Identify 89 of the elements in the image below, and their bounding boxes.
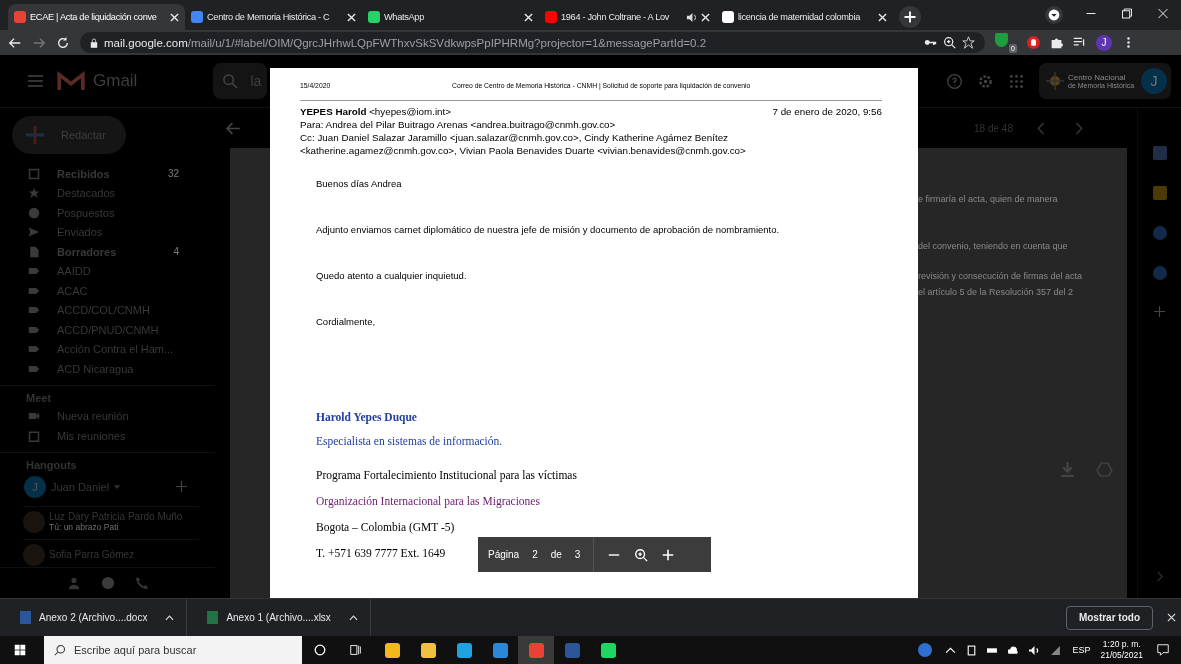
playlist-icon[interactable]	[1073, 36, 1086, 49]
email-text: revisión y consecución de firmas del acta	[918, 271, 1083, 281]
windows-icon[interactable]	[14, 644, 26, 656]
site-icon	[14, 11, 26, 23]
zoom-in-icon[interactable]	[661, 547, 676, 562]
reload-icon[interactable]	[56, 35, 70, 50]
body-paragraph: Cordialmente,	[316, 316, 377, 328]
page-label: Página	[488, 549, 520, 560]
org-name: Centro Nacional	[1068, 73, 1127, 82]
email-text: el artículo 5 de la Resolución 357 del 2	[918, 287, 1074, 297]
cc-line: <katherine.agamez@cnmh.gov.co>, Vivian Paola Benavides Duarte <vivian.benavides@cnmh.gov.co>	[300, 144, 747, 157]
close-icon[interactable]	[701, 12, 710, 22]
folder-item[interactable]: Recibidos 32	[0, 164, 215, 184]
zoom-icon[interactable]	[943, 36, 956, 49]
close-icon[interactable]	[524, 12, 533, 22]
close-icon[interactable]	[1167, 613, 1176, 622]
star-icon[interactable]	[962, 36, 975, 49]
body-paragraph: Quedo atento a cualquier inquietud.	[316, 270, 468, 282]
browser-tab[interactable]: 1964 - John Coltrane - A Lov	[539, 4, 716, 30]
signature-line: Harold Yepes Duque	[316, 410, 417, 424]
search-icon	[223, 73, 239, 89]
org-logo-icon	[1045, 71, 1065, 91]
close-icon[interactable]	[347, 12, 356, 22]
add-icon[interactable]	[899, 6, 921, 28]
camera-icon[interactable]	[966, 644, 978, 656]
unread-count: 32	[167, 168, 179, 180]
back-icon[interactable]	[8, 35, 22, 50]
cloud-icon[interactable]	[1008, 644, 1020, 656]
signature-line: Organización Internacional para las Migraciones	[316, 494, 540, 508]
site-icon	[545, 11, 557, 23]
search-icon	[54, 644, 66, 656]
browser-tab[interactable]: licencia de maternidad colombia	[716, 4, 893, 30]
caret-icon[interactable]	[348, 614, 358, 621]
search-field[interactable]: Escribe aquí para buscar	[44, 636, 302, 664]
address-field[interactable]: mail.google.com/mail/u/1/#label/OIM/QgrcJHrhwLQpFWThxvSkSVdkwpsPpIPHRMg?projector=1&messagePartId=0.2	[80, 32, 985, 53]
browser-tab[interactable]: WhatsApp	[362, 4, 539, 30]
wifi-icon[interactable]	[1050, 644, 1062, 656]
star-icon	[28, 187, 40, 200]
lock-icon	[90, 37, 98, 48]
sender: YEPES Harold <hyepes@iom.int>	[300, 105, 451, 118]
signature-line: Bogota – Colombia (GMT -5)	[316, 520, 455, 534]
chevron-up-icon[interactable]	[945, 644, 957, 656]
profile-avatar[interactable]: J	[1096, 34, 1112, 51]
language-indicator[interactable]: ESP	[1072, 645, 1091, 655]
close-icon[interactable]	[878, 12, 887, 22]
forward-icon[interactable]	[32, 35, 46, 50]
word-file-icon	[20, 611, 31, 624]
browser-tab[interactable]: Centro de Memoria Histórica - C	[185, 4, 362, 30]
cc-line: Cc: Juan Daniel Salazar Jaramillo <juan.salazar@cnmh.gov.co>, Cindy Katherine Agámez Benítez	[300, 131, 729, 144]
clock[interactable]: 1:20 p. m. 21/05/2021	[1100, 639, 1143, 661]
send-icon	[28, 226, 40, 239]
signature-line: Programa Fortalecimiento Institucional para las víctimas	[316, 468, 577, 482]
email-text: del convenio, teniendo en cuenta que	[918, 241, 1068, 251]
body-paragraph: Buenos días Andrea	[316, 178, 403, 190]
zoom-icon[interactable]	[634, 547, 649, 562]
unread-count: 4	[173, 246, 179, 258]
speaker-icon[interactable]	[1029, 644, 1041, 656]
draft-icon	[28, 245, 40, 258]
site-icon	[722, 11, 734, 23]
contact-avatar	[23, 543, 45, 566]
inbox-icon	[28, 167, 40, 180]
excel-file-icon	[207, 611, 219, 624]
email-text: e firmaría el acta, quien de manera	[918, 194, 1058, 204]
gmail-logo-icon	[57, 71, 85, 91]
body-paragraph: Adjunto enviamos carnet diplomático de nuestra jefe de misión y documento de aprobación de nombramiento.	[316, 224, 781, 236]
browser-tab[interactable]: ECAE | Acta de liquidación conve	[8, 4, 185, 30]
show-all-button[interactable]: Mostrar todo	[1065, 605, 1153, 630]
signature-line: T. +571 639 7777 Ext. 1649	[316, 546, 446, 560]
site-icon	[368, 11, 380, 23]
recipient-line: Para: Andrea del Pilar Buitrago Arenas <andrea.buitrago@cnmh.gov.co>	[300, 118, 617, 131]
caret-icon[interactable]	[165, 614, 175, 621]
signature-line: Especialista en sistemas de información.	[316, 434, 503, 448]
task-view-icon[interactable]	[349, 643, 363, 657]
cortana-icon[interactable]	[313, 643, 327, 657]
page-total: 3	[574, 549, 581, 560]
contact-avatar	[23, 510, 45, 533]
page-label: de	[550, 549, 562, 560]
notification-icon[interactable]	[1156, 643, 1170, 657]
app-title: Gmail	[93, 71, 138, 91]
site-icon	[191, 11, 203, 23]
folder-item[interactable]: Borradores 4	[0, 242, 215, 262]
user-avatar: J	[24, 475, 46, 498]
chat-preview: Tú: un abrazo Pati	[49, 522, 120, 532]
dropdown-icon[interactable]	[1045, 6, 1063, 24]
account-avatar[interactable]: J	[1141, 68, 1167, 94]
page-number[interactable]: 2	[532, 549, 538, 560]
sent-date: 7 de enero de 2020, 9:56	[772, 105, 882, 118]
close-icon[interactable]	[170, 12, 179, 22]
plus-icon	[25, 125, 45, 145]
